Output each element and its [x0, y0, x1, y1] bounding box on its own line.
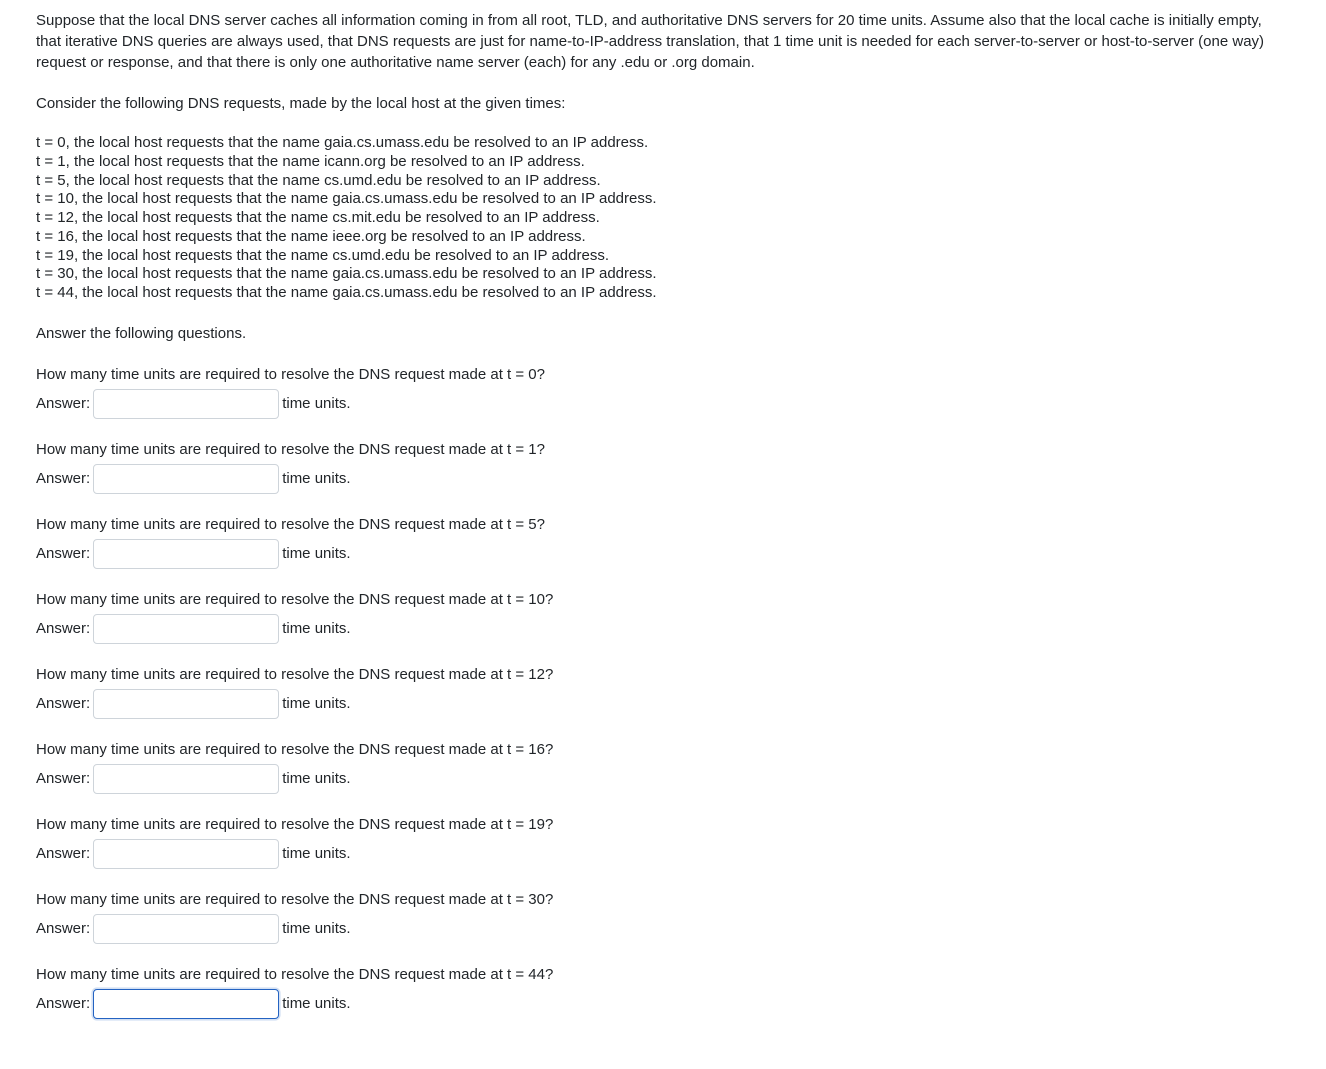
- request-item: t = 10, the local host requests that the…: [36, 190, 1290, 209]
- answer-line: Answer: time units.: [36, 614, 1290, 644]
- request-item: t = 44, the local host requests that the…: [36, 284, 1290, 303]
- question-text: How many time units are required to reso…: [36, 589, 1290, 610]
- intro-paragraph: Suppose that the local DNS server caches…: [36, 10, 1290, 73]
- answer-units: time units.: [282, 918, 350, 939]
- request-item: t = 12, the local host requests that the…: [36, 209, 1290, 228]
- answer-input[interactable]: [93, 764, 279, 794]
- question-block: How many time units are required to reso…: [36, 514, 1290, 569]
- request-item: t = 5, the local host requests that the …: [36, 172, 1290, 191]
- request-item: t = 30, the local host requests that the…: [36, 265, 1290, 284]
- answer-label: Answer:: [36, 393, 90, 414]
- answer-input[interactable]: [93, 914, 279, 944]
- answer-line: Answer: time units.: [36, 989, 1290, 1019]
- question-text: How many time units are required to reso…: [36, 739, 1290, 760]
- answer-units: time units.: [282, 543, 350, 564]
- answer-label: Answer:: [36, 543, 90, 564]
- request-item: t = 19, the local host requests that the…: [36, 247, 1290, 266]
- question-block: How many time units are required to reso…: [36, 589, 1290, 644]
- answer-label: Answer:: [36, 693, 90, 714]
- answer-units: time units.: [282, 393, 350, 414]
- answer-units: time units.: [282, 618, 350, 639]
- question-text: How many time units are required to reso…: [36, 439, 1290, 460]
- question-text: How many time units are required to reso…: [36, 364, 1290, 385]
- answer-line: Answer: time units.: [36, 839, 1290, 869]
- answer-input[interactable]: [93, 989, 279, 1019]
- answer-input[interactable]: [93, 689, 279, 719]
- answer-input[interactable]: [93, 539, 279, 569]
- answer-units: time units.: [282, 468, 350, 489]
- question-text: How many time units are required to reso…: [36, 514, 1290, 535]
- answer-line: Answer: time units.: [36, 689, 1290, 719]
- request-item: t = 0, the local host requests that the …: [36, 134, 1290, 153]
- answer-label: Answer:: [36, 993, 90, 1014]
- answer-input[interactable]: [93, 614, 279, 644]
- answer-units: time units.: [282, 993, 350, 1014]
- question-block: How many time units are required to reso…: [36, 889, 1290, 944]
- answer-units: time units.: [282, 693, 350, 714]
- question-block: How many time units are required to reso…: [36, 664, 1290, 719]
- answer-line: Answer: time units.: [36, 764, 1290, 794]
- requests-intro: Consider the following DNS requests, mad…: [36, 93, 1290, 114]
- question-text: How many time units are required to reso…: [36, 664, 1290, 685]
- answer-units: time units.: [282, 843, 350, 864]
- answer-label: Answer:: [36, 768, 90, 789]
- answer-label: Answer:: [36, 468, 90, 489]
- request-item: t = 1, the local host requests that the …: [36, 153, 1290, 172]
- question-block: How many time units are required to reso…: [36, 439, 1290, 494]
- answer-label: Answer:: [36, 918, 90, 939]
- answer-label: Answer:: [36, 618, 90, 639]
- question-block: How many time units are required to reso…: [36, 739, 1290, 794]
- instruction-text: Answer the following questions.: [36, 323, 1290, 344]
- answer-line: Answer: time units.: [36, 914, 1290, 944]
- request-item: t = 16, the local host requests that the…: [36, 228, 1290, 247]
- request-list: t = 0, the local host requests that the …: [36, 134, 1290, 303]
- answer-line: Answer: time units.: [36, 389, 1290, 419]
- answer-label: Answer:: [36, 843, 90, 864]
- answer-input[interactable]: [93, 839, 279, 869]
- question-text: How many time units are required to reso…: [36, 964, 1290, 985]
- question-block: How many time units are required to reso…: [36, 964, 1290, 1019]
- question-block: How many time units are required to reso…: [36, 814, 1290, 869]
- answer-input[interactable]: [93, 464, 279, 494]
- answer-input[interactable]: [93, 389, 279, 419]
- question-text: How many time units are required to reso…: [36, 814, 1290, 835]
- question-text: How many time units are required to reso…: [36, 889, 1290, 910]
- answer-units: time units.: [282, 768, 350, 789]
- answer-line: Answer: time units.: [36, 464, 1290, 494]
- answer-line: Answer: time units.: [36, 539, 1290, 569]
- question-block: How many time units are required to reso…: [36, 364, 1290, 419]
